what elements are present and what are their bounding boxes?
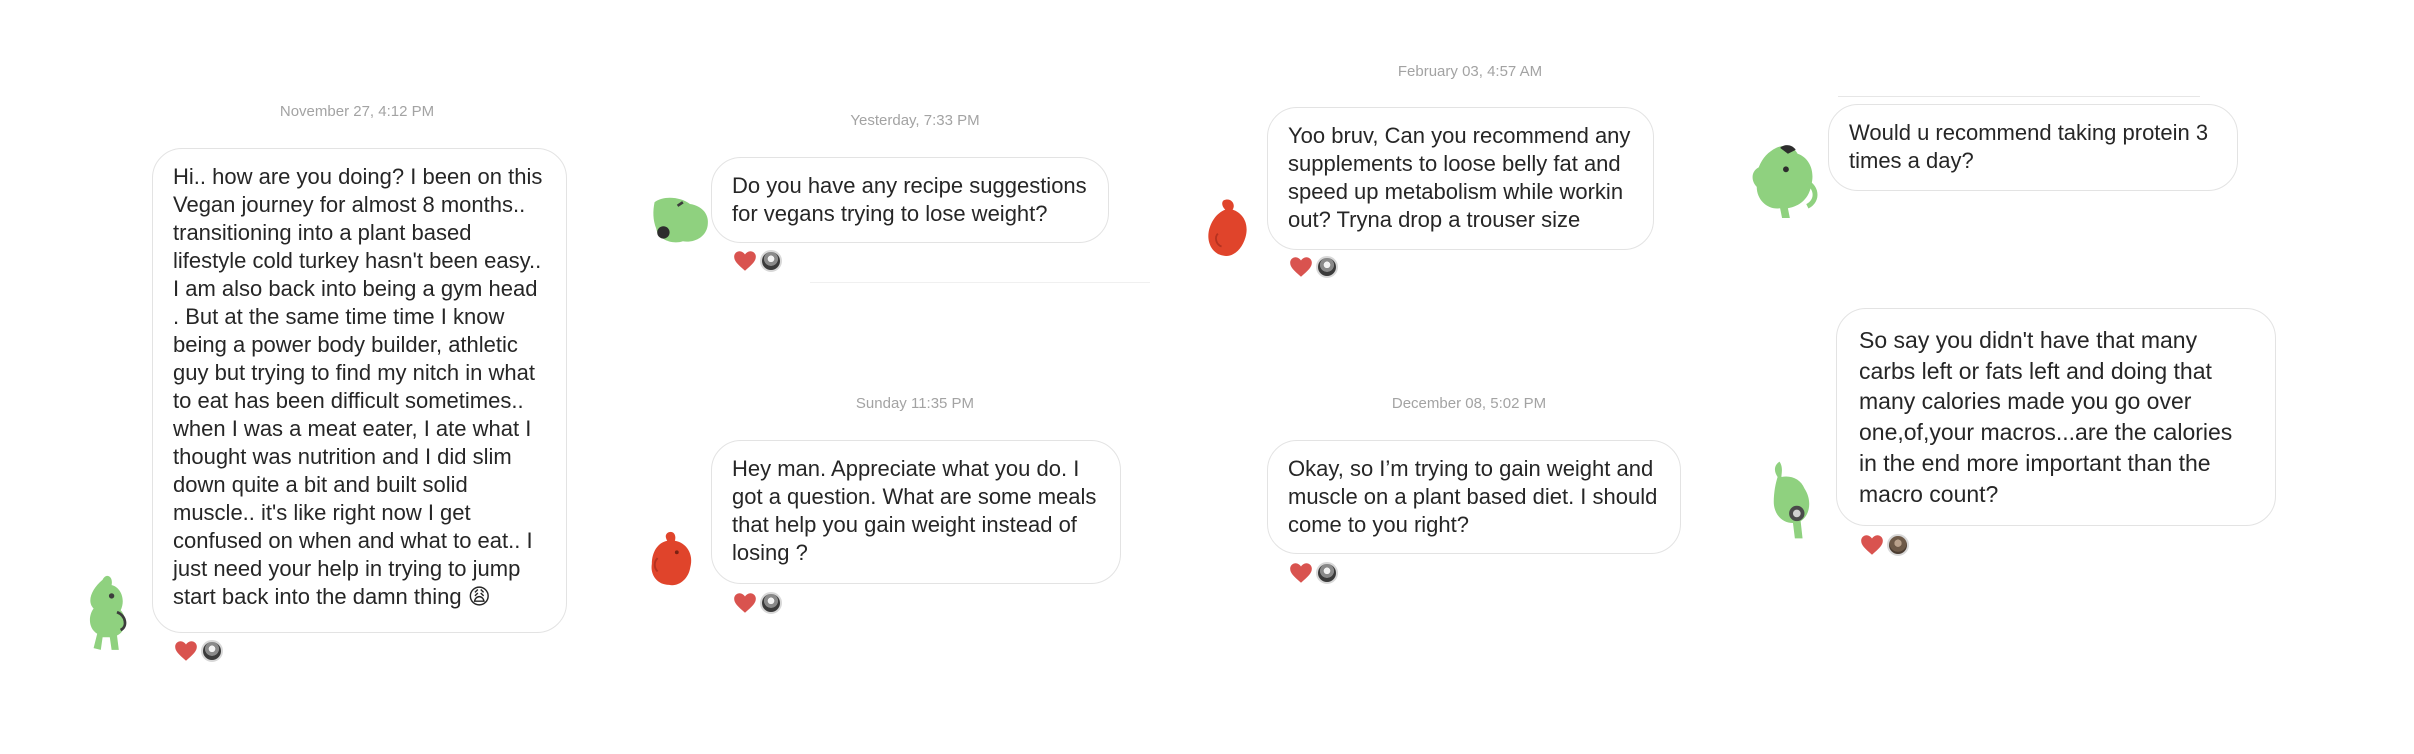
message-bubble-7[interactable]: So say you didn't have that many carbs l… bbox=[1836, 308, 2276, 526]
reactor-avatar-icon bbox=[201, 640, 223, 662]
message-bubble-4[interactable]: Yoo bruv, Can you recommend any suppleme… bbox=[1267, 107, 1654, 250]
heart-icon bbox=[1861, 535, 1883, 555]
reactions-7[interactable] bbox=[1859, 532, 1909, 558]
reactor-avatar-icon bbox=[1316, 256, 1338, 278]
heart-icon bbox=[175, 641, 197, 661]
reactions-5[interactable] bbox=[1288, 560, 1338, 586]
green-creature-avatar-icon[interactable] bbox=[1747, 142, 1821, 220]
timestamp-2: Yesterday, 7:33 PM bbox=[850, 112, 980, 129]
heart-icon bbox=[1290, 257, 1312, 277]
divider bbox=[810, 282, 1150, 283]
heart-icon bbox=[734, 251, 756, 271]
heart-icon bbox=[734, 593, 756, 613]
green-creature-avatar-icon[interactable] bbox=[1768, 459, 1816, 541]
message-bubble-6[interactable]: Would u recommend taking protein 3 times… bbox=[1828, 104, 2238, 191]
timestamp-5: December 08, 5:02 PM bbox=[1391, 395, 1547, 412]
message-bubble-2[interactable]: Do you have any recipe suggestions for v… bbox=[711, 157, 1109, 243]
green-creature-avatar-icon[interactable] bbox=[81, 570, 135, 656]
message-bubble-3[interactable]: Hey man. Appreciate what you do. I got a… bbox=[711, 440, 1121, 584]
red-creature-avatar-icon[interactable] bbox=[1205, 196, 1251, 262]
message-bubble-5[interactable]: Okay, so I’m trying to gain weight and m… bbox=[1267, 440, 1681, 554]
green-creature-avatar-icon[interactable] bbox=[651, 193, 713, 247]
reactor-avatar-icon bbox=[760, 250, 782, 272]
reactions-1[interactable] bbox=[173, 638, 223, 664]
red-creature-avatar-icon[interactable] bbox=[648, 529, 696, 589]
timestamp-1: November 27, 4:12 PM bbox=[279, 103, 435, 120]
reactions-4[interactable] bbox=[1288, 254, 1338, 280]
reactor-avatar-icon bbox=[760, 592, 782, 614]
reactions-3[interactable] bbox=[732, 590, 782, 616]
heart-icon bbox=[1290, 563, 1312, 583]
timestamp-3: Sunday 11:35 PM bbox=[855, 395, 975, 412]
previous-bubble-edge bbox=[1838, 96, 2200, 97]
timestamp-4: February 03, 4:57 AM bbox=[1397, 63, 1543, 80]
reactions-2[interactable] bbox=[732, 248, 782, 274]
reactor-avatar-icon bbox=[1887, 534, 1909, 556]
reactor-avatar-icon bbox=[1316, 562, 1338, 584]
message-bubble-1[interactable]: Hi.. how are you doing? I been on this V… bbox=[152, 148, 567, 633]
